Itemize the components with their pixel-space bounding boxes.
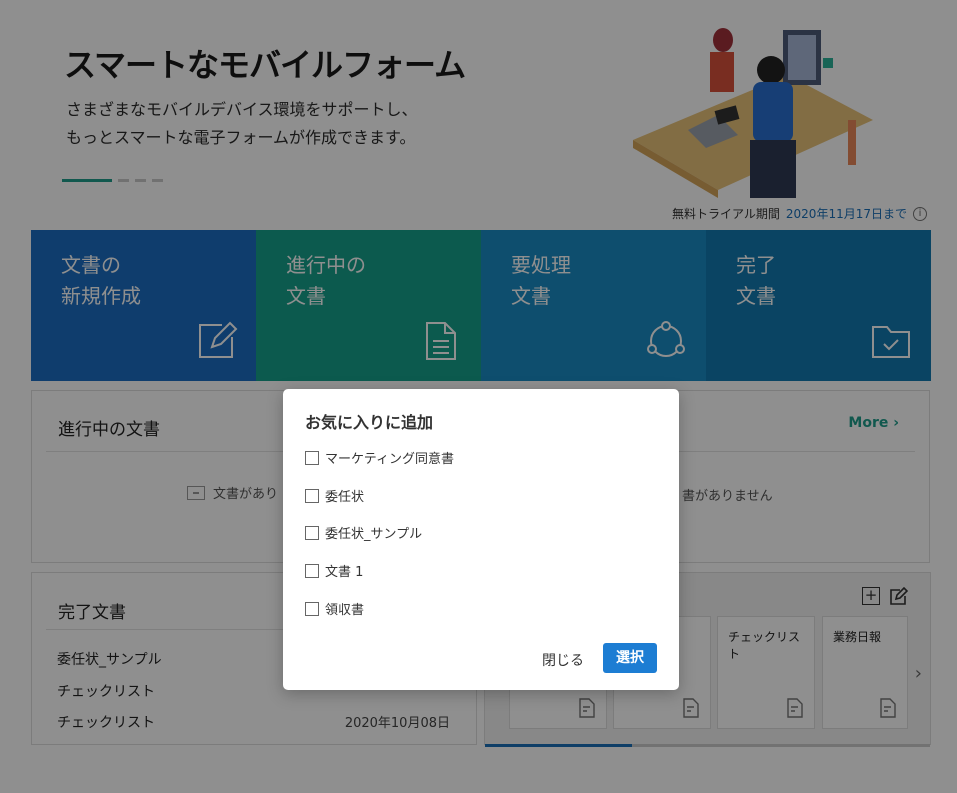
checkbox[interactable] bbox=[305, 525, 319, 540]
add-to-favorites-dialog: お気に入りに追加 マーケティング同意書 委任状 委任状_サンプル 文書 1 領収… bbox=[283, 389, 679, 690]
close-button[interactable]: 閉じる bbox=[542, 650, 584, 670]
checkbox[interactable] bbox=[305, 601, 319, 616]
option-receipt[interactable]: 領収書 bbox=[305, 599, 364, 618]
option-label: マーケティング同意書 bbox=[325, 452, 454, 467]
option-marketing-consent[interactable]: マーケティング同意書 bbox=[305, 448, 454, 467]
checkbox[interactable] bbox=[305, 450, 319, 465]
option-document-1[interactable]: 文書 1 bbox=[305, 561, 363, 580]
option-power-of-attorney[interactable]: 委任状 bbox=[305, 486, 364, 505]
option-label: 領収書 bbox=[325, 603, 365, 618]
select-button[interactable]: 選択 bbox=[603, 643, 657, 673]
option-label: 委任状 bbox=[325, 490, 365, 505]
checkbox[interactable] bbox=[305, 563, 319, 578]
option-power-of-attorney-sample[interactable]: 委任状_サンプル bbox=[305, 523, 422, 542]
option-label: 文書 1 bbox=[325, 565, 364, 580]
checkbox[interactable] bbox=[305, 488, 319, 503]
option-label: 委任状_サンプル bbox=[325, 527, 423, 542]
dialog-title: お気に入りに追加 bbox=[305, 413, 434, 432]
